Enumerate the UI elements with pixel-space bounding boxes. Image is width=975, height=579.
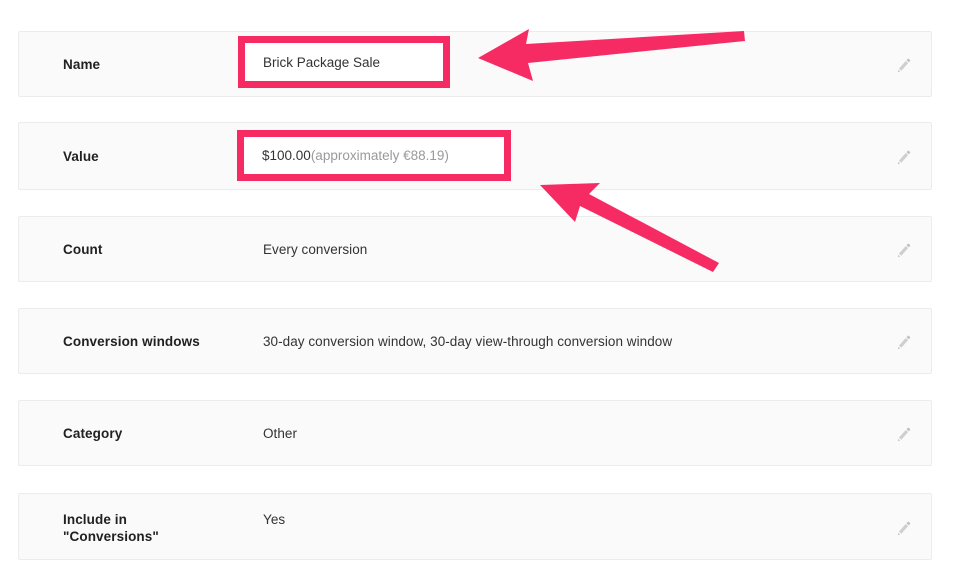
row-inner: Value $100.00 (approximately €88.19): [19, 123, 931, 189]
row-inner: Include in "Conversions" Yes: [19, 494, 931, 559]
edit-button-value[interactable]: [891, 144, 917, 170]
pencil-icon: [895, 56, 913, 74]
row-value-conversion-windows-text: 30-day conversion window, 30-day view-th…: [263, 334, 673, 349]
pencil-icon: [895, 425, 913, 443]
row-value-value: $100.00 (approximately €88.19): [263, 148, 455, 165]
settings-row-conversion-windows[interactable]: Conversion windows 30-day conversion win…: [18, 308, 932, 374]
row-label-count: Count: [63, 242, 103, 257]
settings-row-include-in-conversions[interactable]: Include in "Conversions" Yes: [18, 493, 932, 560]
pencil-icon: [895, 148, 913, 166]
row-value-name-text: Brick Package Sale: [263, 57, 381, 72]
edit-button-count[interactable]: [891, 237, 917, 263]
conversion-action-settings-table: Name Brick Package Sale Value $100.00 (a…: [0, 0, 975, 579]
pencil-icon: [895, 333, 913, 351]
edit-button-name[interactable]: [891, 52, 917, 78]
settings-row-value[interactable]: Value $100.00 (approximately €88.19): [18, 122, 932, 190]
edit-button-category[interactable]: [891, 421, 917, 447]
row-value-name: Brick Package Sale: [263, 56, 381, 73]
row-value-value-approx: (approximately €88.19): [312, 149, 456, 164]
settings-row-category[interactable]: Category Other: [18, 400, 932, 466]
row-value-include-in-conversions-text: Yes: [263, 512, 286, 527]
row-label-conversion-windows: Conversion windows: [63, 334, 200, 349]
settings-row-count[interactable]: Count Every conversion: [18, 216, 932, 282]
pencil-icon: [895, 241, 913, 259]
row-label-name: Name: [63, 57, 101, 72]
settings-row-name[interactable]: Name Brick Package Sale: [18, 31, 932, 97]
row-value-category-text: Other: [263, 426, 298, 441]
row-value-count: Every conversion: [263, 241, 367, 258]
row-label-category: Category: [63, 426, 123, 441]
row-value-include-in-conversions: Yes: [263, 511, 285, 528]
pencil-icon: [895, 519, 913, 537]
row-value-value-text: $100.00: [263, 149, 313, 164]
row-inner: Name Brick Package Sale: [19, 32, 931, 96]
row-label-value: Value: [63, 149, 99, 164]
row-inner: Category Other: [19, 401, 931, 465]
row-value-count-text: Every conversion: [263, 242, 368, 257]
edit-button-conversion-windows[interactable]: [891, 329, 917, 355]
row-value-category: Other: [263, 425, 297, 442]
row-value-conversion-windows: 30-day conversion window, 30-day view-th…: [263, 333, 672, 350]
row-inner: Conversion windows 30-day conversion win…: [19, 309, 931, 373]
row-inner: Count Every conversion: [19, 217, 931, 281]
row-label-include-in-conversions: Include in "Conversions": [63, 512, 159, 544]
edit-button-include-in-conversions[interactable]: [891, 515, 917, 541]
